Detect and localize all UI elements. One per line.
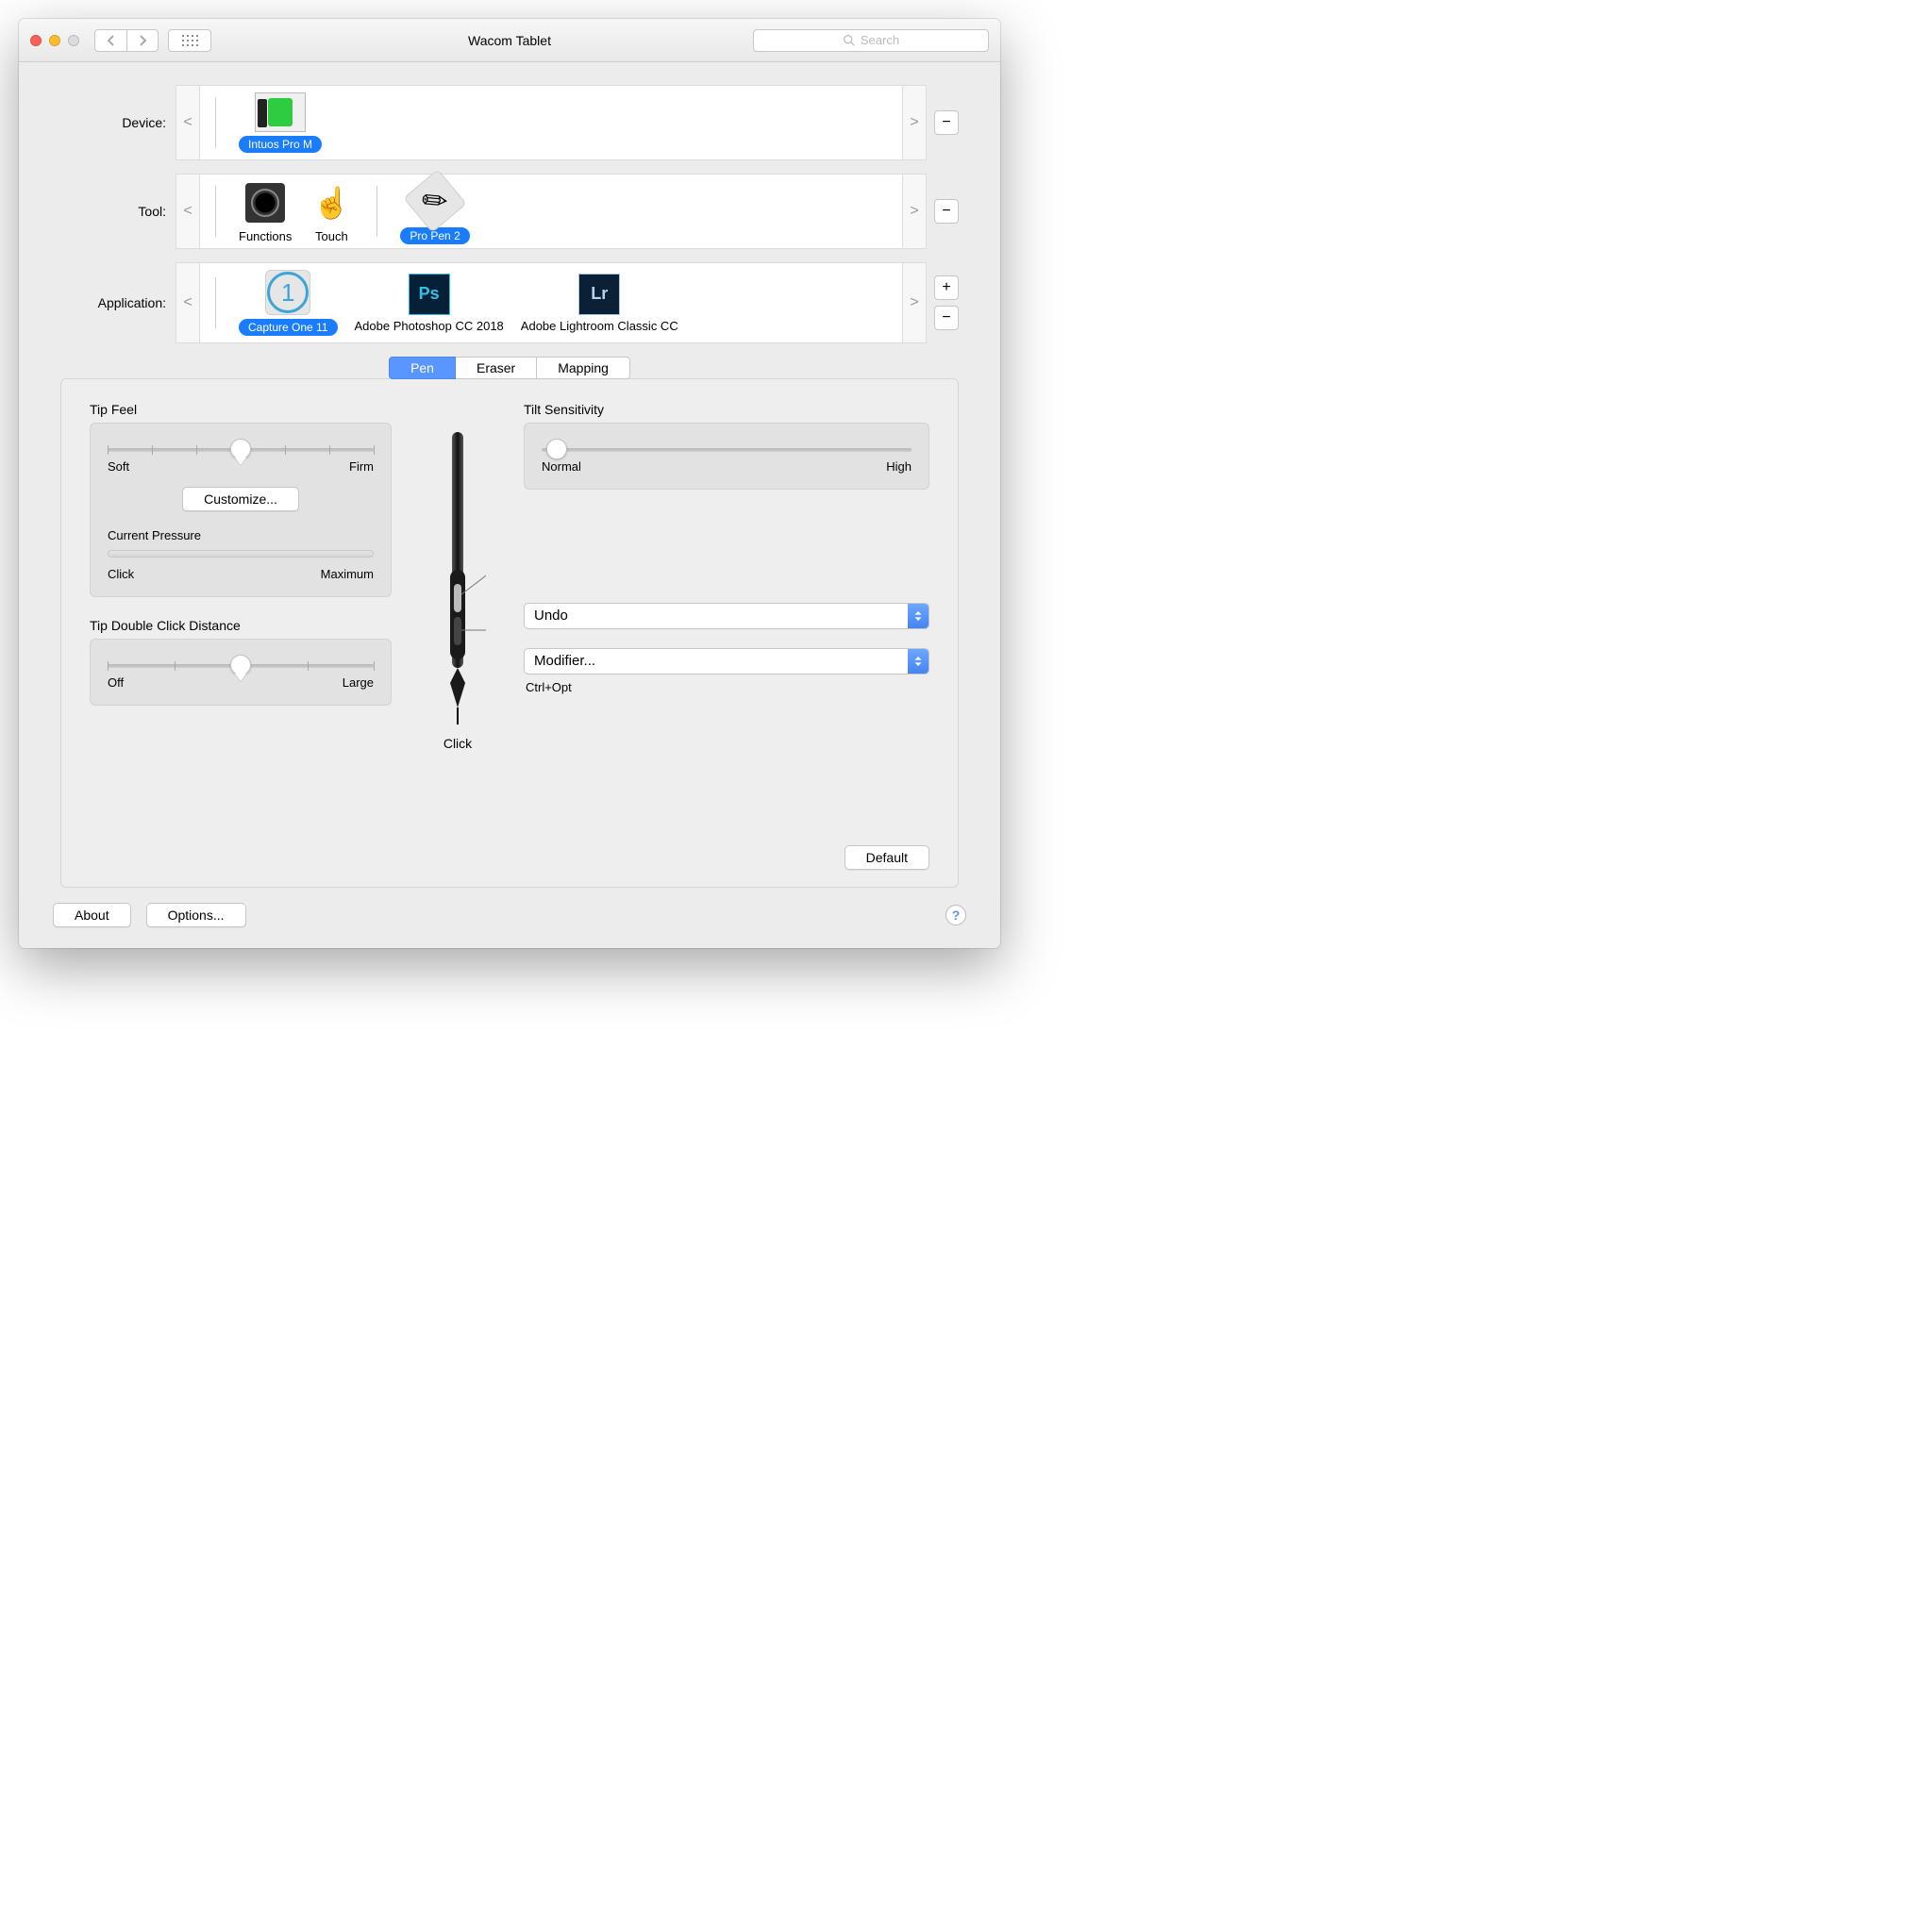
chevron-down-icon [908, 649, 929, 674]
lightroom-icon: Lr [578, 274, 620, 315]
preferences-window: Wacom Tablet Search Device: < Intuos Pro… [19, 19, 1000, 948]
customize-button[interactable]: Customize... [182, 487, 299, 511]
tip-action-label: Click [443, 736, 472, 751]
double-click-slider[interactable] [108, 664, 374, 668]
tool-item-touch[interactable]: ☝ Touch [309, 180, 354, 243]
zoom-icon[interactable] [68, 35, 79, 46]
tool-item-functions[interactable]: Functions [239, 180, 292, 243]
captureone-icon: 1 [267, 272, 309, 313]
chevron-down-icon [908, 604, 929, 628]
titlebar: Wacom Tablet Search [19, 19, 1000, 62]
touch-icon: ☝ [309, 180, 354, 225]
app-item-captureone[interactable]: 1 Capture One 11 [239, 270, 338, 336]
app-item-lightroom[interactable]: Lr Adobe Lightroom Classic CC [521, 274, 678, 333]
tool-remove-button[interactable]: − [934, 199, 959, 224]
tool-row: Tool: < Functions ☝ Touch ✎ Pro Pen 2 > [60, 174, 959, 249]
lower-button-dropdown[interactable]: Modifier... [524, 648, 929, 675]
search-placeholder: Search [861, 33, 899, 47]
tool-label: Tool: [60, 204, 176, 219]
tool-item-pen[interactable]: ✎ Pro Pen 2 [400, 178, 469, 244]
tip-feel-group: Soft Firm Customize... Current Pressure … [90, 423, 392, 597]
settings-tabs: Pen Eraser Mapping [60, 357, 959, 379]
app-remove-button[interactable]: − [934, 306, 959, 330]
search-icon [843, 34, 855, 46]
device-remove-button[interactable]: − [934, 110, 959, 135]
options-button[interactable]: Options... [146, 903, 246, 927]
app-item-photoshop[interactable]: Ps Adobe Photoshop CC 2018 [355, 274, 504, 333]
device-scroll-right[interactable]: > [902, 85, 927, 160]
tab-mapping[interactable]: Mapping [537, 357, 630, 379]
current-pressure-label: Current Pressure [108, 528, 201, 542]
window-controls [30, 35, 79, 46]
tool-scroll-left[interactable]: < [176, 174, 200, 249]
tip-feel-thumb[interactable] [230, 439, 251, 459]
double-click-thumb[interactable] [230, 655, 251, 675]
tool-list[interactable]: Functions ☝ Touch ✎ Pro Pen 2 [200, 174, 902, 249]
tilt-group: Normal High [524, 423, 929, 490]
application-label: Application: [60, 295, 176, 310]
device-row: Device: < Intuos Pro M > − [60, 85, 959, 160]
forward-button[interactable] [126, 29, 159, 52]
app-scroll-right[interactable]: > [902, 262, 927, 343]
grid-icon [182, 35, 198, 46]
application-row: Application: < 1 Capture One 11 Ps Adobe… [60, 262, 959, 343]
tab-eraser[interactable]: Eraser [456, 357, 537, 379]
show-all-button[interactable] [168, 29, 211, 52]
tab-pen[interactable]: Pen [389, 357, 456, 379]
device-scroll-left[interactable]: < [176, 85, 200, 160]
back-button[interactable] [94, 29, 126, 52]
pen-icon: ✎ [403, 169, 467, 233]
photoshop-icon: Ps [409, 274, 450, 315]
double-click-group: Off Large [90, 639, 392, 706]
functions-icon [245, 183, 285, 223]
tip-feel-slider[interactable] [108, 448, 374, 452]
pen-panel: Tip Feel Soft Firm [60, 378, 959, 888]
window-title: Wacom Tablet [468, 33, 551, 48]
double-click-label: Tip Double Click Distance [90, 618, 392, 633]
about-button[interactable]: About [53, 903, 131, 927]
app-add-button[interactable]: + [934, 275, 959, 300]
device-item[interactable]: Intuos Pro M [239, 92, 322, 153]
default-button[interactable]: Default [845, 845, 929, 870]
pen-illustration: Click [420, 402, 495, 864]
tool-scroll-right[interactable]: > [902, 174, 927, 249]
minimize-icon[interactable] [49, 35, 60, 46]
device-name: Intuos Pro M [239, 136, 322, 153]
tilt-label: Tilt Sensitivity [524, 402, 929, 417]
device-label: Device: [60, 115, 176, 130]
current-pressure-bar [108, 550, 374, 558]
stylus-icon [429, 428, 486, 730]
application-list[interactable]: 1 Capture One 11 Ps Adobe Photoshop CC 2… [200, 262, 902, 343]
device-list[interactable]: Intuos Pro M [200, 85, 902, 160]
search-field[interactable]: Search [753, 29, 989, 52]
tip-feel-label: Tip Feel [90, 402, 392, 417]
tablet-icon [255, 92, 306, 132]
app-scroll-left[interactable]: < [176, 262, 200, 343]
tilt-slider[interactable] [542, 448, 912, 452]
close-icon[interactable] [30, 35, 42, 46]
help-button[interactable]: ? [945, 905, 966, 925]
footer: About Options... ? [19, 903, 1000, 948]
upper-button-dropdown[interactable]: Undo [524, 603, 929, 629]
tilt-thumb[interactable] [546, 439, 567, 459]
lower-button-sublabel: Ctrl+Opt [526, 680, 929, 694]
